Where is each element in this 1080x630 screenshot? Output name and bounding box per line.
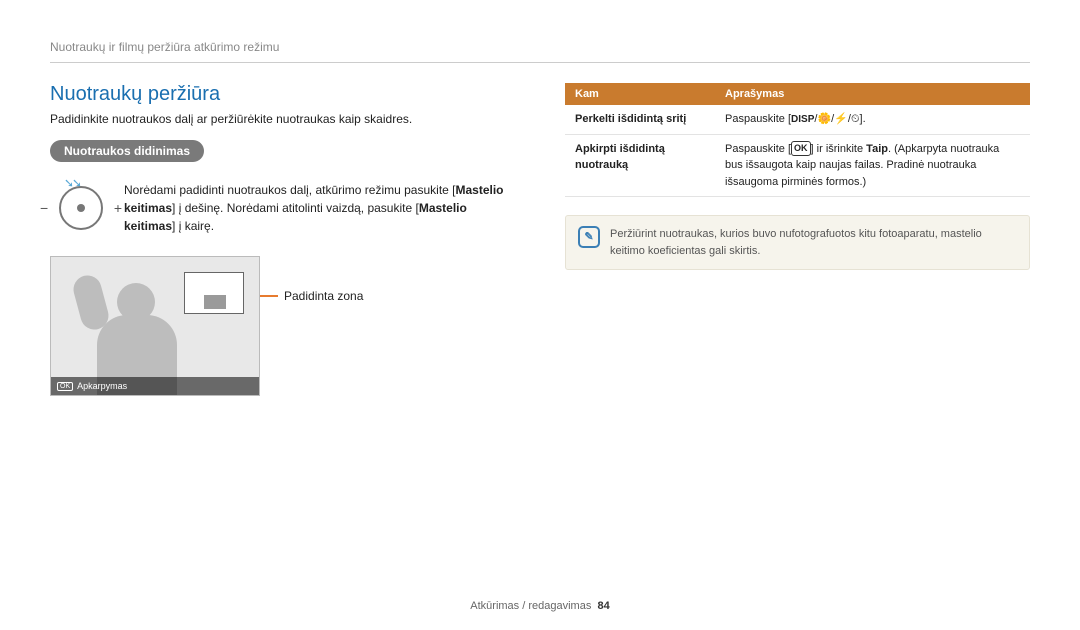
note-text: Peržiūrint nuotraukas, kurios buvo nufot… [610, 226, 1017, 259]
plus-icon: + [114, 200, 122, 216]
minus-icon: − [40, 200, 48, 216]
breadcrumb: Nuotraukų ir filmų peržiūra atkūrimo rež… [50, 40, 1030, 63]
table-header-aprasymas: Aprašymas [715, 83, 1030, 105]
row-key: Apkirpti išdidintą nuotrauką [565, 134, 715, 197]
note-box: ✎ Peržiūrint nuotraukas, kurios buvo nuf… [565, 215, 1030, 270]
row-key: Perkelti išdidintą sritį [565, 105, 715, 134]
intro-text: Padidinkite nuotraukos dalį ar peržiūrėk… [50, 112, 515, 126]
page-footer: Atkūrimas / redagavimas 84 [0, 600, 1080, 612]
callout-line [260, 295, 278, 297]
row-value: Paspauskite [DISP/🌼/⚡/⏲]. [715, 105, 1030, 134]
callout-label: Padidinta zona [284, 289, 363, 303]
zoom-dial-illustration: ➘➘ − + [50, 178, 112, 238]
table-row: Perkelti išdidintą sritį Paspauskite [DI… [565, 105, 1030, 134]
table-header-kam: Kam [565, 83, 715, 105]
ok-icon: OK [57, 382, 73, 391]
direction-icons: /🌼/⚡/⏲ [814, 113, 859, 125]
zoom-indicator-area [204, 295, 226, 309]
table-row: Apkirpti išdidintą nuotrauką Paspauskite… [565, 134, 1030, 197]
preview-caption-strip: OK Apkarpymas [51, 377, 259, 395]
strip-label: Apkarpymas [77, 381, 127, 391]
subsection-pill: Nuotraukos didinimas [50, 140, 204, 162]
row-value: Paspauskite [OK] ir išrinkite Taip. (Apk… [715, 134, 1030, 197]
preview-image: OK Apkarpymas [50, 256, 260, 396]
section-title: Nuotraukų peržiūra [50, 83, 515, 106]
dial-icon [59, 186, 103, 230]
ok-icon: OK [791, 141, 811, 157]
zoom-indicator-frame [184, 272, 244, 314]
actions-table: Kam Aprašymas Perkelti išdidintą sritį P… [565, 83, 1030, 197]
zoom-instruction-text: Norėdami padidinti nuotraukos dalį, atkū… [124, 181, 515, 235]
note-icon: ✎ [578, 226, 600, 248]
